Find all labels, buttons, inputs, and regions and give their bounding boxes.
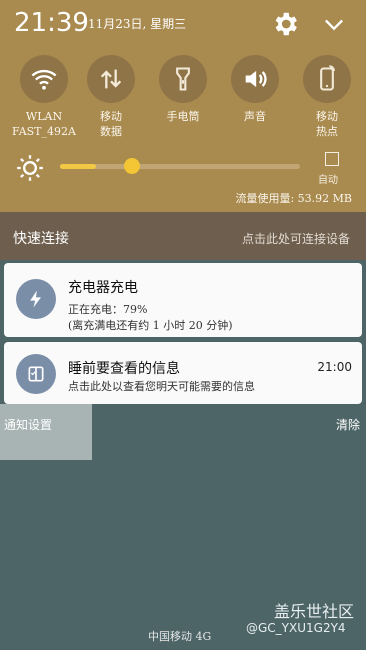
notification-briefing[interactable]: 睡前要查看的信息 21:00 点击此处以查看您明天可能需要的信息 — [4, 342, 362, 404]
tile-wlan[interactable]: WLAN FAST_492A — [8, 55, 80, 139]
notification-title: 睡前要查看的信息 — [68, 361, 180, 377]
tile-flashlight[interactable]: 手电筒 — [147, 55, 219, 124]
tile-label: WLAN FAST_492A — [12, 110, 76, 138]
tile-mobile-data[interactable]: 移动 数据 — [75, 55, 147, 139]
tile-hotspot[interactable]: 移动 热点 — [291, 55, 363, 139]
notification-text: 点击此处以查看您明天可能需要的信息 — [68, 380, 255, 393]
tile-label: 手电筒 — [166, 110, 200, 123]
notification-title: 充电器充电 — [68, 280, 138, 296]
quick-connect-title: 快速连接 — [13, 231, 69, 247]
mobile-data-icon — [100, 69, 122, 89]
tile-label: 声音 — [244, 110, 266, 123]
notification-text: (离充满电还有约 1 小时 20 分钟) — [68, 319, 233, 332]
clock: 21:39 — [14, 8, 89, 38]
notification-time: 21:00 — [317, 360, 352, 374]
watermark-user: @GC_YXU1G2Y4 — [246, 621, 346, 635]
tile-sound[interactable]: 声音 — [219, 55, 291, 124]
auto-brightness-label: 自动 — [318, 175, 338, 186]
brightness-slider[interactable] — [60, 158, 300, 174]
quick-connect-hint: 点击此处可连接设备 — [241, 232, 350, 246]
chevron-down-icon[interactable] — [320, 10, 348, 38]
brightness-icon — [17, 155, 43, 181]
data-usage-label: 流量使用量: 53.92 MB — [235, 192, 352, 205]
lightning-icon — [16, 279, 56, 319]
notification-text: 正在充电：79% — [68, 303, 148, 316]
date-label: 11月23日, 星期三 — [88, 17, 187, 31]
carrier-label: 中国移动 4G — [148, 630, 212, 643]
briefing-icon — [16, 354, 56, 394]
quick-connect-bar[interactable]: 快速连接 点击此处可连接设备 — [0, 212, 366, 260]
tile-label: 移动 热点 — [316, 110, 338, 138]
notification-charging[interactable]: 充电器充电 正在充电：79% (离充满电还有约 1 小时 20 分钟) — [4, 263, 362, 337]
gear-icon[interactable] — [270, 9, 300, 39]
hotspot-icon — [320, 65, 335, 91]
watermark-brand: 盖乐世社区 — [274, 602, 355, 621]
notification-settings-button[interactable]: 通知设置 — [4, 416, 52, 433]
flashlight-icon — [176, 67, 190, 91]
brightness-thumb[interactable] — [124, 158, 140, 174]
brightness-fill — [60, 164, 96, 169]
sound-icon — [245, 70, 267, 88]
tile-label: 移动 数据 — [100, 110, 122, 138]
clear-button[interactable]: 清除 — [336, 416, 360, 433]
quick-settings-panel: 21:39 11月23日, 星期三 WLAN FAST_492A 移动 数据 手… — [0, 0, 366, 212]
auto-brightness-checkbox[interactable] — [325, 152, 339, 166]
wifi-icon — [31, 69, 57, 90]
